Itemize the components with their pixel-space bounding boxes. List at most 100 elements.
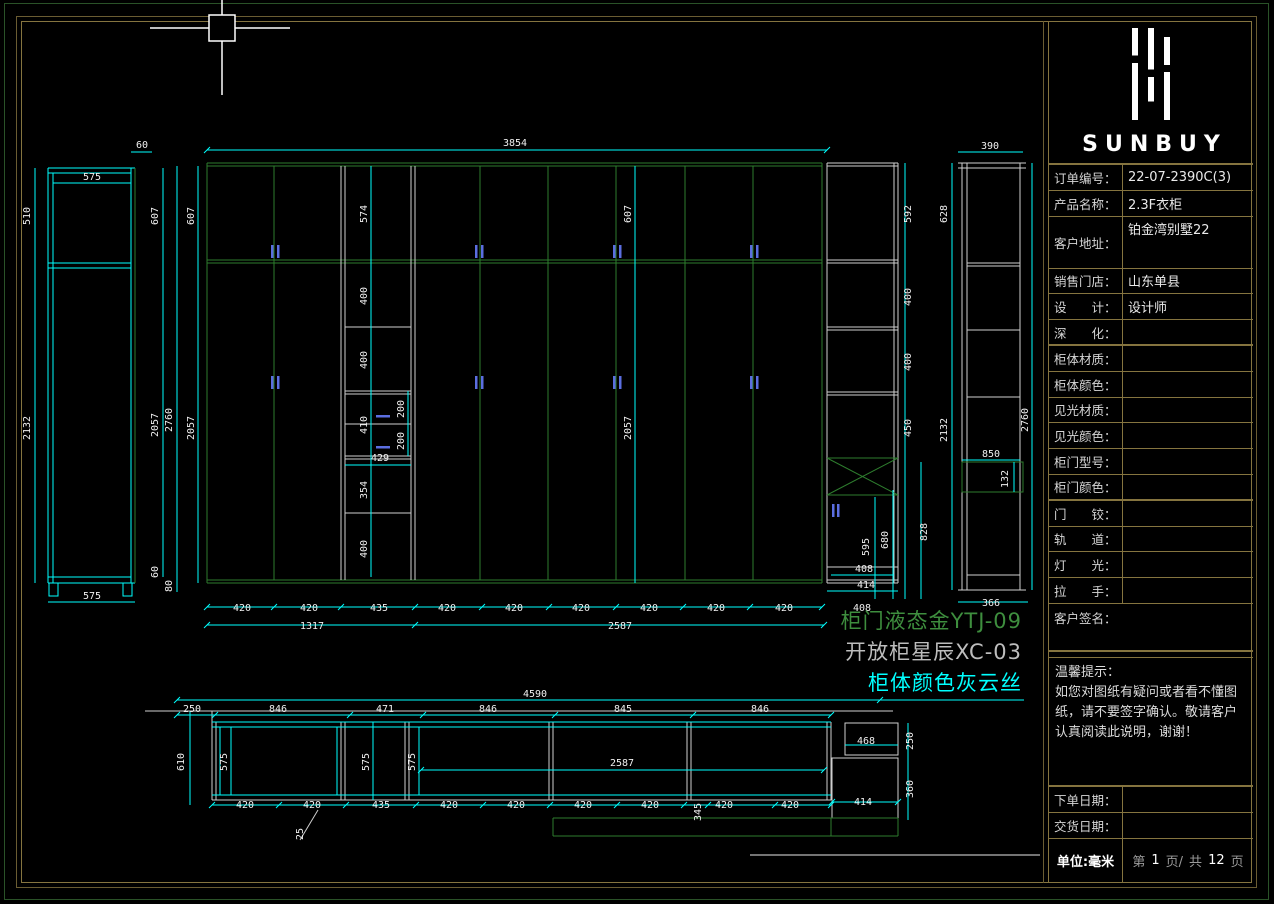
dim-label: 25 (295, 828, 306, 840)
annotation-cabinet-color: 柜体颜色灰云丝 (800, 668, 1022, 699)
dim-label: 435 (370, 603, 388, 614)
field-label: 柜门颜色： (1049, 475, 1123, 499)
dim-label: 680 (880, 531, 891, 549)
order-date-value (1123, 787, 1253, 812)
dim-label: 845 (614, 704, 632, 715)
field-label: 柜体材质： (1049, 346, 1123, 371)
field-value: 2.3F衣柜 (1123, 191, 1253, 216)
title-block-row: 客户地址：铂金湾别墅22 (1049, 217, 1253, 269)
dim-label: 345 (693, 803, 704, 821)
dim-label: 610 (176, 753, 187, 771)
title-block-row: 柜门型号： (1049, 449, 1253, 475)
dim-label: 132 (1000, 470, 1011, 488)
page-number: 1 (1151, 853, 1159, 868)
title-block-row: 设 计：设计师 (1049, 294, 1253, 320)
field-value (1123, 501, 1253, 526)
dim-label: 420 (572, 603, 590, 614)
dim-label: 420 (775, 603, 793, 614)
dim-label: 429 (371, 453, 389, 464)
field-value (1123, 475, 1253, 499)
title-block-row: 轨 道： (1049, 527, 1253, 553)
dim-label: 574 (359, 205, 370, 223)
sheet-footer: 单位:毫米 第 1 页/ 共 12 页 (1049, 839, 1253, 882)
dim-label: 2057 (150, 413, 161, 437)
field-value (1123, 346, 1253, 371)
dim-label: 575 (83, 591, 101, 602)
field-value: 铂金湾别墅22 (1123, 217, 1253, 268)
delivery-date-row: 交货日期： (1049, 813, 1253, 839)
dim-label: 250 (905, 732, 916, 750)
dim-label: 400 (903, 353, 914, 371)
dim-label: 607 (623, 205, 634, 223)
dim-label: 420 (641, 800, 659, 811)
dim-label: 450 (903, 419, 914, 437)
dim-label: 592 (903, 205, 914, 223)
field-value (1123, 527, 1253, 552)
delivery-date-label: 交货日期： (1049, 813, 1123, 838)
dim-label: 595 (861, 538, 872, 556)
dim-label: 200 (396, 432, 407, 450)
door-handles (271, 245, 840, 517)
brand-name: SUNBUY (1075, 132, 1227, 157)
field-label: 门 铰： (1049, 501, 1123, 526)
drawing-canvas[interactable]: 6057551021326072057276060805753854607205… (0, 0, 1045, 904)
dim-label: 2057 (186, 416, 197, 440)
dim-label: 575 (83, 172, 101, 183)
dim-label: 2132 (22, 416, 33, 440)
elevation-dim-lines (198, 150, 921, 625)
field-value: 山东单县 (1123, 269, 1253, 294)
field-value (1123, 372, 1253, 397)
customer-signature-cell: 客户签名： (1049, 604, 1253, 652)
notice-cell: 温馨提示： 如您对图纸有疑问或者看不懂图纸，请不要签字确认。敬请客户认真阅读此说… (1049, 658, 1253, 787)
title-block-row: 见光材质： (1049, 398, 1253, 424)
dim-label: 846 (751, 704, 769, 715)
title-block-fields: 订单编号：22-07-2390C(3)产品名称：2.3F衣柜客户地址：铂金湾别墅… (1049, 165, 1253, 604)
field-value (1123, 398, 1253, 423)
field-label: 柜体颜色： (1049, 372, 1123, 397)
notice-title: 温馨提示： (1055, 663, 1247, 683)
dim-label: 607 (186, 207, 197, 225)
dim-label: 4590 (523, 689, 547, 700)
dim-label: 2760 (1020, 408, 1031, 432)
dim-label: 628 (939, 205, 950, 223)
dim-label: 435 (372, 800, 390, 811)
field-label: 拉 手： (1049, 578, 1123, 603)
dim-label: 846 (479, 704, 497, 715)
right-section-view (952, 152, 1032, 602)
dim-label: 420 (781, 800, 799, 811)
dim-label: 420 (303, 800, 321, 811)
dim-label: 420 (438, 603, 456, 614)
dim-label: 846 (269, 704, 287, 715)
dim-label: 420 (300, 603, 318, 614)
field-label: 柜门型号： (1049, 449, 1123, 474)
dim-label: 400 (359, 351, 370, 369)
dim-label: 390 (981, 141, 999, 152)
dim-label: 60 (136, 140, 148, 151)
page-total: 12 (1208, 853, 1225, 868)
annotation-open-cabinet-material: 开放柜星辰XC-03 (800, 637, 1022, 668)
dim-label: 200 (396, 400, 407, 418)
title-block-row: 灯 光： (1049, 552, 1253, 578)
dim-label: 60 (150, 566, 161, 578)
crosshair-cursor (150, 0, 290, 95)
title-block-row: 见光颜色： (1049, 423, 1253, 449)
dim-label: 468 (857, 736, 875, 747)
dim-label: 414 (854, 797, 872, 808)
field-value (1123, 449, 1253, 474)
field-label: 设 计： (1049, 294, 1123, 319)
unit-label: 单位:毫米 (1049, 839, 1123, 882)
page-indicator: 第 1 页/ 共 12 页 (1123, 839, 1253, 882)
dim-label: 607 (150, 207, 161, 225)
field-label: 见光颜色： (1049, 423, 1123, 448)
field-value (1123, 552, 1253, 577)
field-value: 设计师 (1123, 294, 1253, 319)
title-block-row: 深 化： (1049, 320, 1253, 346)
dim-label: 575 (219, 753, 230, 771)
title-block-row: 订单编号：22-07-2390C(3) (1049, 165, 1253, 191)
dim-label: 510 (22, 207, 33, 225)
dim-label: 420 (505, 603, 523, 614)
order-date-row: 下单日期： (1049, 787, 1253, 813)
delivery-date-value (1123, 813, 1253, 838)
dim-label: 2587 (608, 621, 632, 632)
title-block: SUNBUY 订单编号：22-07-2390C(3)产品名称：2.3F衣柜客户地… (1048, 21, 1253, 882)
